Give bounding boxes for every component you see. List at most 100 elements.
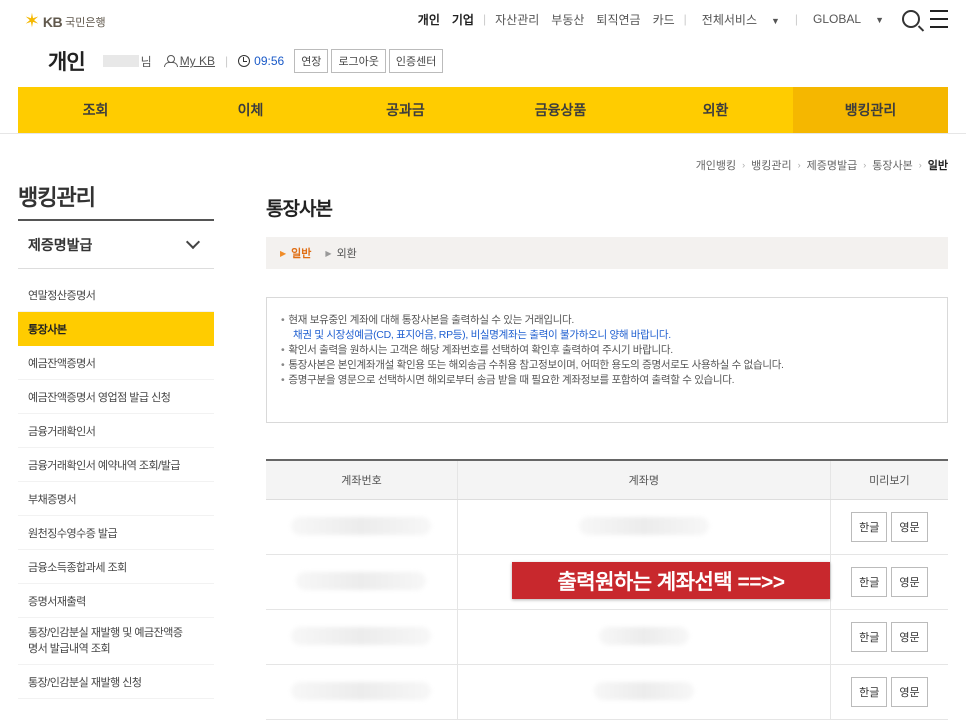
sidebar-item-reprint[interactable]: 증명서재출력 [18, 584, 214, 618]
breadcrumb-item[interactable]: 제증명발급 [807, 157, 858, 173]
sidebar-item-label-line2: 명서 발급내역 조회 [28, 643, 111, 655]
kb-star-icon: ✶ [24, 11, 40, 32]
mykb-link[interactable]: My KB [180, 54, 215, 68]
nav-pension[interactable]: 퇴직연금 [590, 11, 646, 28]
table-row[interactable]: 한글 영문 [266, 499, 948, 555]
table-header-row: 계좌번호 계좌명 미리보기 [266, 460, 948, 500]
account-number-cell[interactable] [266, 554, 458, 610]
notice-text: 통장사본은 본인계좌개설 확인용 또는 해외송금 수취용 참고정보이며, 어떠한… [288, 359, 784, 371]
notice-blue-note: 채권 및 시장성예금(CD, 표지어음, RP등), 비실명계좌는 출력이 불가… [293, 329, 671, 341]
redacted-account-number [291, 516, 432, 535]
divider: | [482, 12, 487, 26]
preview-english-button[interactable]: 영문 [891, 622, 928, 652]
sidebar-item-withholding-receipt[interactable]: 원천징수영수증 발급 [18, 516, 214, 550]
notice-line: • 확인서 출력을 원하시는 고객은 해당 계좌번호를 선택하여 확인후 출력하여… [281, 344, 673, 356]
nav-divider [0, 133, 966, 134]
chevron-right-icon: › [742, 160, 746, 170]
account-number-cell[interactable] [266, 609, 458, 665]
sidebar-item-balance-certificate[interactable]: 예금잔액증명서 [18, 346, 214, 380]
account-name-cell [457, 499, 831, 555]
sidebar-title: 뱅킹관리 [18, 185, 96, 210]
kb-logo[interactable]: ✶ KB 국민은행 [24, 12, 106, 31]
main-nav-forex[interactable]: 외환 [638, 87, 793, 133]
user-session-bar: 개인 님 My KB | 09:56 연장 로그아웃 인증센터 [48, 46, 446, 76]
redacted-account-name [593, 681, 694, 700]
session-time: 09:56 [254, 54, 285, 68]
preview-korean-button[interactable]: 한글 [851, 622, 888, 652]
nav-global[interactable]: GLOBAL ▼ [801, 12, 896, 26]
breadcrumb-item[interactable]: 개인뱅킹 [696, 157, 736, 173]
clock-icon [238, 55, 251, 67]
tab-general[interactable]: ▶ 일반 [280, 245, 311, 261]
select-account-annotation: 출력원하는 계좌선택 ==>> [512, 562, 830, 599]
preview-cell: 한글 영문 [830, 499, 948, 555]
table-row[interactable]: 한글 영문 [266, 609, 948, 665]
sidebar-item-balance-branch-request[interactable]: 예금잔액증명서 영업점 발급 신청 [18, 380, 214, 414]
breadcrumb-item[interactable]: 통장사본 [872, 157, 912, 173]
sidebar-menu: 제증명발급 연말정산증명서 통장사본 예금잔액증명서 예금잔액증명서 영업점 발… [18, 219, 214, 699]
preview-english-button[interactable]: 영문 [891, 677, 928, 707]
column-header-account-name: 계좌명 [457, 460, 831, 500]
sidebar-item-transaction-reservation[interactable]: 금융거래확인서 예약내역 조회/발급 [18, 448, 214, 482]
search-icon[interactable] [902, 10, 920, 28]
preview-english-button[interactable]: 영문 [891, 567, 928, 597]
table-row[interactable]: 한글 영문 [266, 664, 948, 720]
nav-real-estate[interactable]: 부동산 [545, 11, 590, 28]
sidebar-item-tax-certificate[interactable]: 연말정산증명서 [18, 278, 214, 312]
sidebar-item-transaction-confirmation[interactable]: 금융거래확인서 [18, 414, 214, 448]
main-nav-utilities[interactable]: 공과금 [328, 87, 483, 133]
redacted-account-number [291, 626, 432, 645]
chevron-right-icon: › [863, 160, 867, 170]
preview-korean-button[interactable]: 한글 [851, 677, 888, 707]
tab-forex[interactable]: ▶ 외환 [325, 245, 356, 261]
main-nav-transfer[interactable]: 이체 [173, 87, 328, 133]
sidebar-item-financial-income-tax[interactable]: 금융소득종합과세 조회 [18, 550, 214, 584]
divider: | [794, 12, 799, 26]
nav-card[interactable]: 카드 [647, 11, 681, 28]
notice-box: • 현재 보유중인 계좌에 대해 통장사본을 출력하실 수 있는 거래입니다. 채… [266, 297, 948, 423]
top-utility-nav: 개인 기업 | 자산관리 부동산 퇴직연금 카드 | 전체서비스 ▼ | GLOB… [412, 10, 948, 28]
hamburger-menu-icon[interactable] [930, 10, 948, 28]
preview-english-button[interactable]: 영문 [891, 512, 928, 542]
account-number-cell[interactable] [266, 499, 458, 555]
sidebar-item-passbook-copy[interactable]: 통장사본 [18, 312, 214, 346]
main-nav-products[interactable]: 금융상품 [483, 87, 638, 133]
sidebar-item-reissue-request[interactable]: 통장/인감분실 재발행 신청 [18, 665, 214, 699]
notice-line: • 통장사본은 본인계좌개설 확인용 또는 해외송금 수취용 참고정보이며, 어떠… [281, 359, 784, 371]
logo-kb-text: KB [42, 13, 63, 30]
main-nav: 조회 이체 공과금 금융상품 외환 뱅킹관리 [18, 87, 948, 133]
preview-cell: 한글 영문 [830, 554, 948, 610]
logout-button[interactable]: 로그아웃 [331, 49, 386, 73]
tab-general-label: 일반 [291, 248, 312, 260]
main-nav-banking-management[interactable]: 뱅킹관리 [793, 87, 948, 133]
sidebar-item-debt-certificate[interactable]: 부채증명서 [18, 482, 214, 516]
global-label: GLOBAL [813, 12, 862, 26]
notice-text: 증명구분을 영문으로 선택하시면 해외로부터 송금 받을 때 필요한 계좌정보를… [288, 374, 735, 386]
caret-down-icon: ▼ [875, 15, 884, 25]
logo-bank-text: 국민은행 [65, 16, 106, 29]
subtab-bar: ▶ 일반 ▶ 외환 [266, 237, 948, 269]
nav-corporate[interactable]: 기업 [446, 11, 480, 28]
extend-session-button[interactable]: 연장 [294, 49, 329, 73]
account-name-cell [457, 609, 831, 665]
divider: | [683, 12, 687, 26]
chevron-right-icon: › [797, 160, 801, 170]
account-number-cell[interactable] [266, 664, 458, 720]
chevron-down-icon [185, 234, 201, 250]
honorific-label: 님 [140, 54, 152, 69]
preview-cell: 한글 영문 [830, 609, 948, 665]
preview-korean-button[interactable]: 한글 [851, 567, 888, 597]
account-name-cell [457, 664, 831, 720]
main-nav-inquiry[interactable]: 조회 [18, 87, 173, 133]
nav-asset-management[interactable]: 자산관리 [489, 11, 545, 28]
sidebar-item-reissue-history[interactable]: 통장/인감분실 재발행 및 예금잔액증 명서 발급내역 조회 [18, 618, 214, 665]
divider: | [225, 54, 229, 68]
nav-all-services[interactable]: 전체서비스 ▼ [690, 11, 792, 28]
preview-korean-button[interactable]: 한글 [851, 512, 888, 542]
breadcrumb-current: 일반 [927, 160, 948, 172]
breadcrumb-item[interactable]: 뱅킹관리 [751, 157, 791, 173]
cert-center-button[interactable]: 인증센터 [388, 49, 444, 73]
notice-line: • 증명구분을 영문으로 선택하시면 해외로부터 송금 받을 때 필요한 계좌정보… [281, 374, 735, 386]
nav-personal[interactable]: 개인 [412, 11, 446, 28]
sidebar-group-certificates[interactable]: 제증명발급 [18, 221, 214, 269]
